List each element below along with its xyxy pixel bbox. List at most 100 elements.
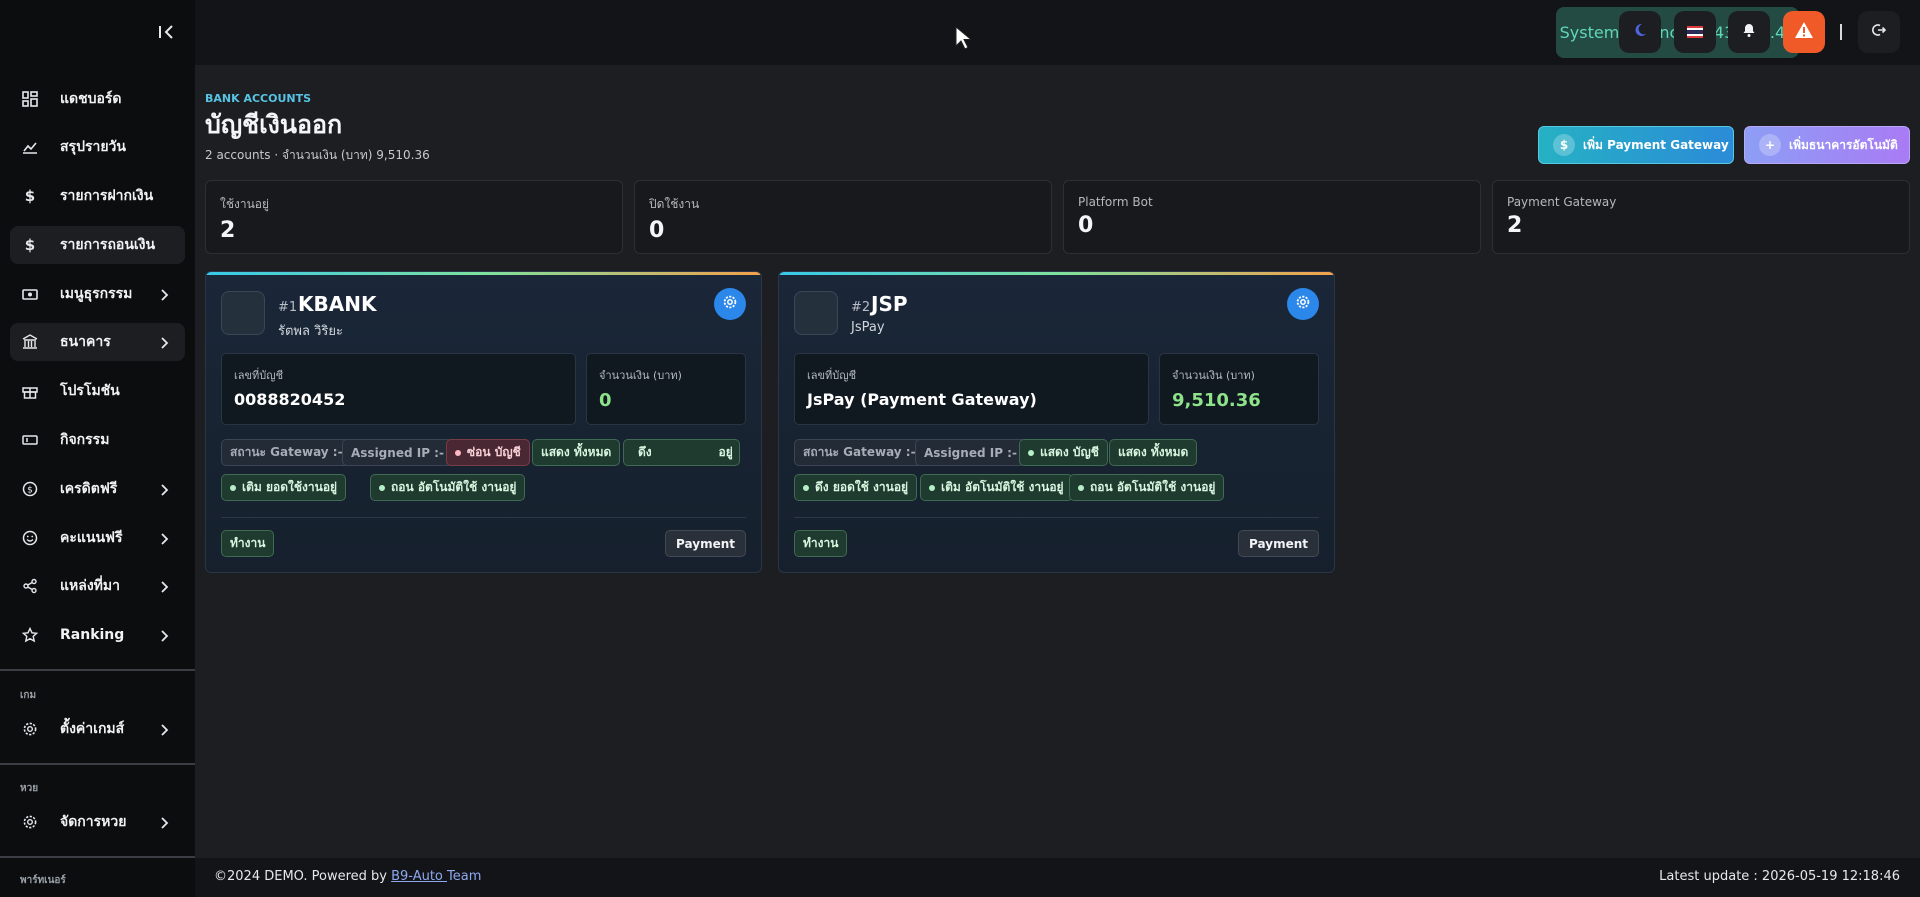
dashboard-icon [21,90,39,108]
stat-value: 0 [1078,213,1094,238]
gear-icon [21,813,39,831]
stat-disabled: ปิดใช้งาน 0 [634,180,1052,254]
sidebar-item-label: คะแนนฟรี [60,530,123,546]
sidebar-item-activity[interactable]: กิจกรรม [10,421,185,459]
sidebar-item-free-credit[interactable]: $ เครดิตฟรี [10,470,185,508]
divider [0,763,195,765]
moon-icon [1632,22,1648,42]
field-label: เลขที่บัญชี [234,369,284,382]
sidebar-item-daily-summary[interactable]: สรุปรายวัน [10,128,185,166]
card-accent [779,272,1334,275]
add-auto-bank-button[interactable]: + เพิ่มธนาคารอัตโนมัติ [1744,126,1910,164]
warning-icon [1794,21,1814,43]
tag-label: เติม อัตโนมัติใช้ งานอยู่ [941,480,1064,494]
powered-by-link[interactable]: B9-Auto [391,869,447,884]
sidebar-item-label: รายการถอนเงิน [60,237,156,253]
gateway-status-tag: สถานะ Gateway :- [221,439,352,466]
section-label-partner: พาร์ทเนอร์ [20,875,66,886]
sidebar-item-label: ตั้งค่าเกมส์ [60,721,125,737]
tag-label: สถานะ Gateway :- [230,445,343,459]
sidebar-item-game-settings[interactable]: ตั้งค่าเกมส์ [10,710,185,748]
coin-icon: $ [21,480,39,498]
tag-label: เติม ยอดใช้งานอยู่ [242,480,338,494]
stat-label: ปิดใช้งาน [649,197,700,211]
section-label-game: เกม [20,690,37,701]
sidebar-item-withdrawals[interactable]: $ รายการถอนเงิน [10,226,185,264]
account-number: JsPay (Payment Gateway) [807,390,1037,409]
auto-withdraw-toggle[interactable]: ถอน อัตโนมัติใช้ งานอยู่ [1069,474,1225,501]
chevron-right-icon [157,482,171,496]
money-icon [21,285,39,303]
show-all-toggle[interactable]: แสดง ทั้งหมด [532,439,621,466]
show-account-toggle[interactable]: แสดง บัญชี [1019,439,1108,466]
gear-icon [1295,294,1311,314]
divider [0,856,195,858]
sidebar-item-free-points[interactable]: คะแนนฟรี [10,519,185,557]
status-dot [803,484,809,491]
show-all-toggle[interactable]: แสดง ทั้งหมด [1109,439,1198,466]
status-badge: ทำงาน [794,530,848,557]
sidebar-item-dashboard[interactable]: แดชบอร์ด [10,80,185,118]
sidebar: แดชบอร์ด สรุปรายวัน $ รายการฝากเงิน $ รา… [0,0,195,897]
divider [221,517,746,518]
bank-account-card: #2 JSP JsPay เลขที่บัญชี JsPay (Payment … [778,271,1335,573]
card-accent [206,272,761,275]
bank-account-card: #1 KBANK รัตพล วิริยะ เลขที่บัญชี 008882… [205,271,762,573]
dollar-icon: $ [24,187,36,205]
sidebar-item-ranking[interactable]: Ranking [10,616,185,654]
stat-label: Payment Gateway [1507,195,1617,209]
gift-icon [21,382,39,400]
logout-icon [1871,22,1887,42]
status-dot [455,449,461,456]
pull-toggle[interactable]: ดึง ยอดใช้ งานอยู่ [794,474,918,501]
copyright-text: ©2024 DEMO. Powered by [214,869,392,884]
pull-toggle[interactable]: ดึง อยู่ [623,439,740,466]
sidebar-item-label: กิจกรรม [60,432,110,448]
auto-withdraw-toggle[interactable]: ถอน อัตโนมัติใช้ งานอยู่ [370,474,526,501]
ticket-icon [21,431,39,449]
logout-button[interactable] [1858,11,1900,53]
settings-button[interactable] [1287,288,1319,320]
alert-button[interactable] [1783,11,1825,53]
gear-icon [722,294,738,314]
sidebar-item-deposits[interactable]: $ รายการฝากเงิน [10,177,185,215]
dollar-icon: $ [24,236,36,254]
svg-text:$: $ [27,486,33,496]
tag-label: Assigned IP :- [924,445,1017,460]
stat-label: ใช้งานอยู่ [220,197,270,211]
chevron-right-icon [157,287,171,301]
theme-toggle-button[interactable] [1619,11,1661,53]
status-dot [1078,484,1084,491]
sidebar-item-label: เครดิตฟรี [60,481,118,497]
notification-button[interactable] [1728,11,1770,53]
sidebar-item-bank[interactable]: ธนาคาร [10,323,185,361]
sidebar-item-promotion[interactable]: โปรโมชัน [10,372,185,410]
tag-label: แสดง ทั้งหมด [541,445,612,459]
account-number-index: #2 [851,300,871,315]
deposit-toggle[interactable]: เติม ยอดใช้งานอยู่ [221,474,347,501]
add-payment-gateway-button[interactable]: $ เพิ่ม Payment Gateway [1538,126,1734,164]
bank-name: KBANK [298,292,377,316]
deposit-toggle[interactable]: เติม อัตโนมัติใช้ งานอยู่ [920,474,1073,501]
tag-label: ถอน อัตโนมัติใช้ งานอยู่ [391,480,517,494]
account-number-box: เลขที่บัญชี JsPay (Payment Gateway) [794,353,1149,425]
account-owner: รัตพล วิริยะ [278,324,343,339]
collapse-sidebar-icon[interactable] [156,22,176,42]
tag-label: ซ่อน บัญชี [467,445,521,459]
type-badge: Payment [1238,530,1319,557]
smile-icon [21,529,39,547]
sidebar-item-source[interactable]: แหล่งที่มา [10,567,185,605]
settings-button[interactable] [714,288,746,320]
hide-account-toggle[interactable]: ซ่อน บัญชี [446,439,530,466]
chart-icon [21,138,39,156]
chevron-right-icon [157,579,171,593]
amount-value: 0 [599,390,612,411]
sidebar-item-label: โปรโมชัน [60,383,120,399]
sidebar-item-lotto-manage[interactable]: จัดการหวย [10,803,185,841]
tag-label: ดึง อยู่ [638,445,733,459]
sidebar-item-transactions[interactable]: เมนูธุรกรรม [10,275,185,313]
account-number: 0088820452 [234,390,346,409]
tag-label: ถอน อัตโนมัติใช้ งานอยู่ [1090,480,1216,494]
cursor-icon [955,25,973,54]
language-button[interactable] [1674,11,1716,53]
